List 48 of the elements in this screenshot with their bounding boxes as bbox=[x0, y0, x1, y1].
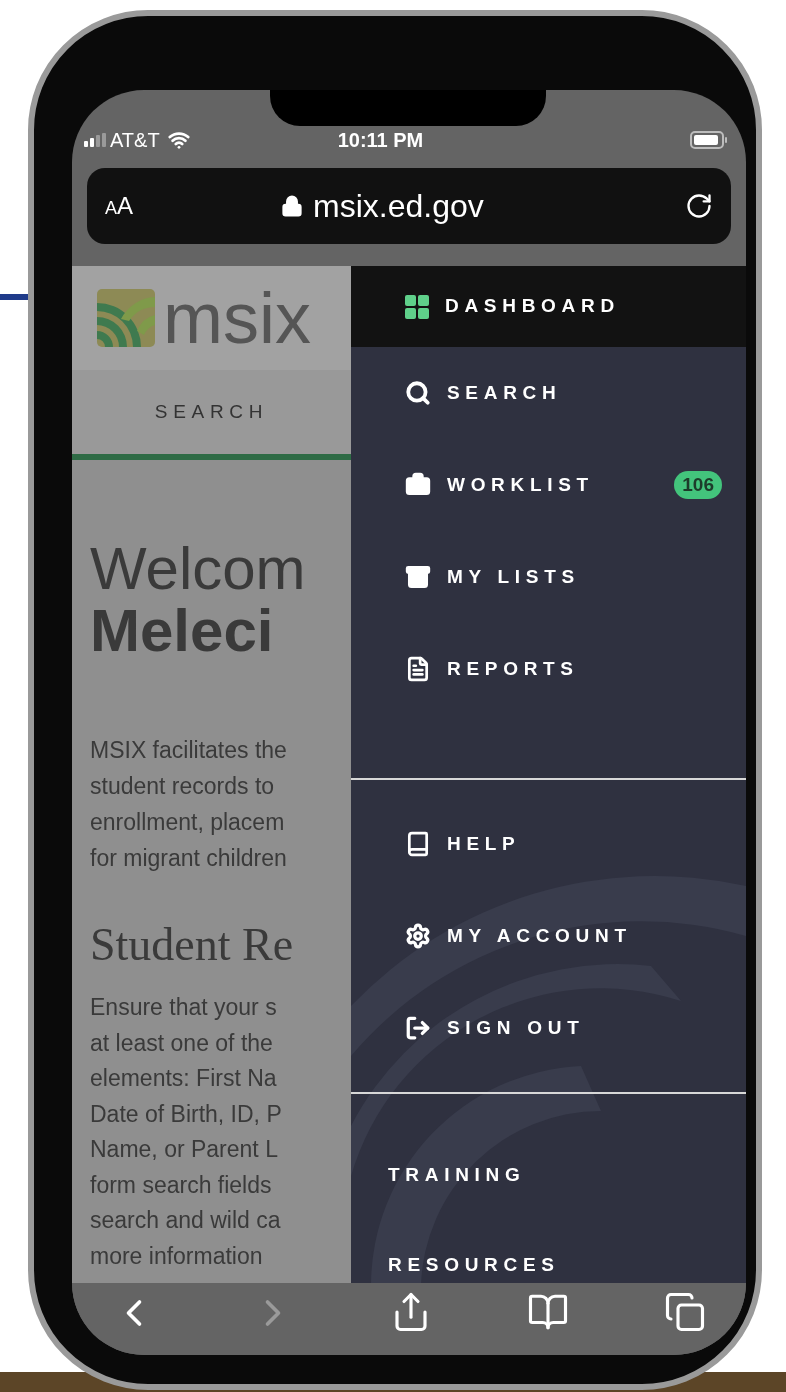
search-icon bbox=[405, 380, 431, 406]
body-line: more information bbox=[90, 1241, 264, 1271]
logo-text: msix bbox=[163, 282, 311, 354]
clock: 10:11 PM bbox=[337, 128, 424, 153]
book-icon bbox=[405, 831, 431, 857]
menu-item[interactable]: MY ACCOUNT bbox=[351, 890, 746, 982]
lock-icon bbox=[281, 195, 304, 217]
carrier-name: AT&T bbox=[110, 128, 160, 153]
welcome-heading: Welcom bbox=[90, 538, 307, 600]
logo-icon bbox=[97, 289, 155, 347]
menu-item[interactable]: SIGN OUT bbox=[351, 982, 746, 1074]
url-text: msix.ed.gov bbox=[313, 187, 484, 226]
intro-line: MSIX facilitates the bbox=[90, 736, 288, 765]
body-line: form search fields bbox=[90, 1170, 273, 1200]
menu-item[interactable]: DASHBOARD bbox=[351, 266, 746, 347]
wifi-icon bbox=[167, 129, 190, 151]
archive-box-icon bbox=[405, 564, 431, 590]
menu-item[interactable]: HELP bbox=[351, 798, 746, 890]
nav-tab[interactable]: SEARCH bbox=[72, 370, 351, 460]
menu-link[interactable]: TRAINING bbox=[351, 1157, 746, 1193]
intro-line: enrollment, placem bbox=[90, 808, 286, 837]
menu-item[interactable]: REPORTS bbox=[351, 623, 746, 715]
menu-item[interactable]: WORKLIST 106 bbox=[351, 439, 746, 531]
body-line: Name, or Parent L bbox=[90, 1135, 279, 1164]
signal-icon bbox=[84, 133, 106, 147]
menu-item[interactable]: SEARCH bbox=[351, 347, 746, 439]
intro-line: student records to bbox=[90, 772, 276, 801]
tabs-icon[interactable] bbox=[664, 1291, 706, 1333]
briefcase-icon bbox=[405, 472, 431, 498]
battery-icon bbox=[690, 131, 728, 149]
count-badge: 106 bbox=[674, 471, 722, 499]
dashboard-grid-icon bbox=[405, 294, 429, 319]
section-heading: Student Re bbox=[90, 919, 295, 971]
body-line: search and wild ca bbox=[90, 1206, 282, 1235]
body-line: elements: First Na bbox=[90, 1064, 278, 1093]
document-icon bbox=[405, 656, 431, 682]
intro-line: for migrant children bbox=[90, 844, 288, 873]
menu-link[interactable]: RESOURCES bbox=[351, 1247, 746, 1283]
welcome-heading: Meleci bbox=[90, 600, 275, 662]
body-line: Ensure that your s bbox=[90, 993, 278, 1022]
menu-item[interactable]: MY LISTS bbox=[351, 531, 746, 623]
reload-icon[interactable] bbox=[685, 192, 713, 220]
text-size-button[interactable]: AA bbox=[105, 188, 134, 224]
address-bar[interactable]: AA msix.ed.gov bbox=[87, 168, 731, 244]
body-line: Date of Birth, ID, P bbox=[90, 1099, 283, 1129]
body-line: at least one of the bbox=[90, 1028, 274, 1058]
sign-out-icon bbox=[405, 1015, 431, 1041]
settings-icon bbox=[405, 923, 431, 949]
